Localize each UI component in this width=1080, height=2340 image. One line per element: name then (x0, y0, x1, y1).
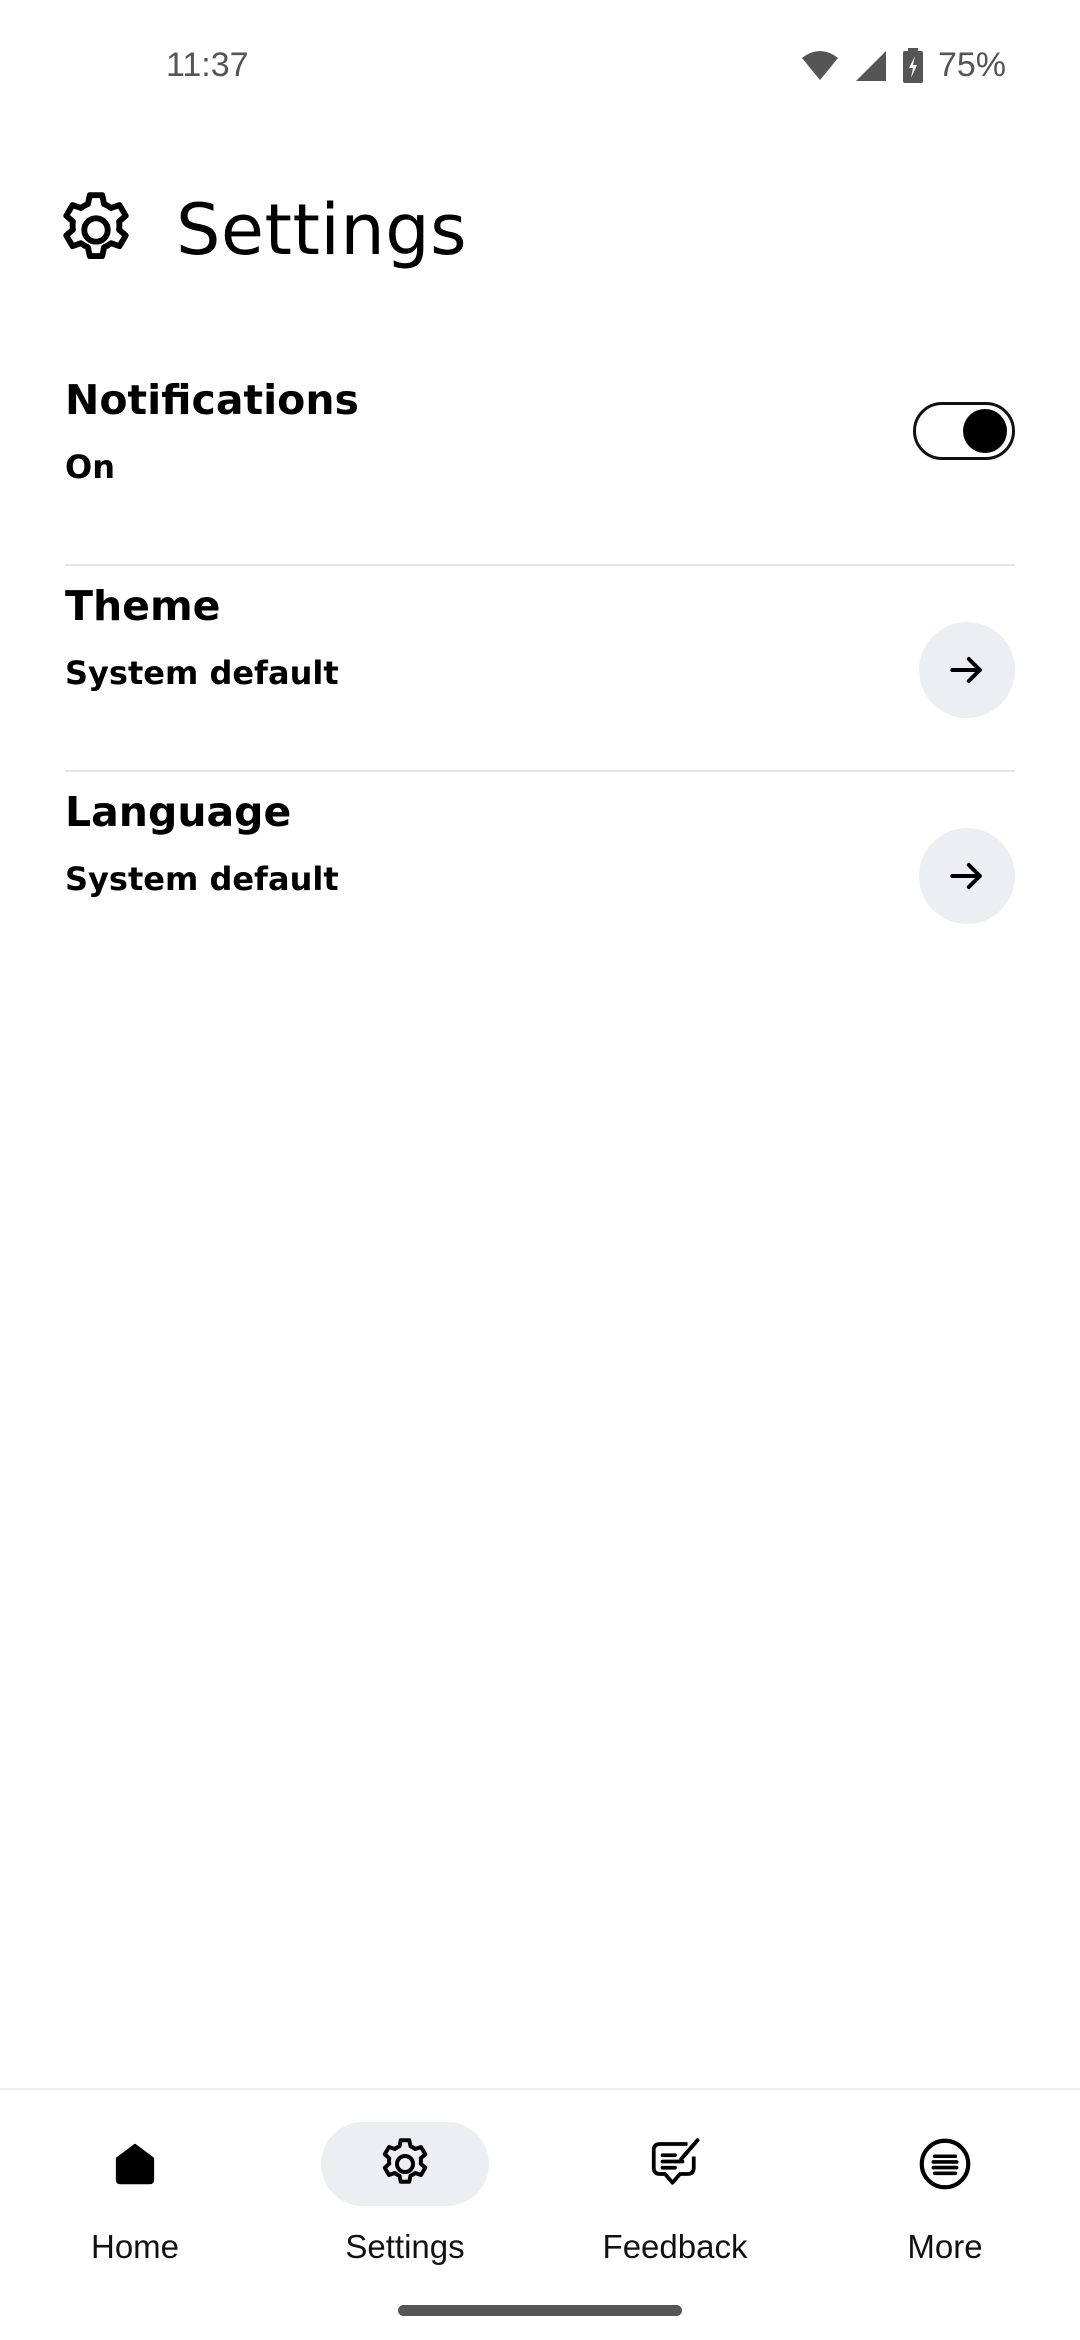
toggle-knob (963, 409, 1007, 453)
nav-label: Settings (345, 2228, 465, 2265)
feedback-icon (651, 2138, 700, 2185)
nav-item-more[interactable]: More (810, 2122, 1080, 2272)
wifi-icon (801, 50, 838, 80)
settings-screen: 11:37 75% Settings Notifications On Them… (0, 0, 1080, 2340)
nav-item-home[interactable]: Home (0, 2122, 270, 2272)
signal-icon (855, 50, 886, 81)
page-header: Settings (52, 186, 467, 274)
home-indicator[interactable] (398, 2305, 682, 2316)
setting-language[interactable]: Language System default (65, 772, 1015, 976)
setting-notifications[interactable]: Notifications On (65, 360, 1015, 566)
bottom-navigation: Home Settings Feedback More (0, 2088, 1080, 2340)
setting-title: Notifications (65, 376, 359, 424)
setting-theme[interactable]: Theme System default (65, 566, 1015, 772)
settings-list: Notifications On Theme System default La… (65, 360, 1015, 976)
status-time: 11:37 (166, 46, 249, 84)
home-icon (115, 2143, 155, 2185)
nav-icon-container (861, 2122, 1029, 2206)
nav-label: More (907, 2228, 983, 2265)
gear-icon (382, 2138, 428, 2184)
status-bar: 11:37 75% (0, 0, 1080, 140)
setting-value: System default (65, 860, 339, 898)
theme-arrow-button[interactable] (919, 622, 1015, 718)
battery-percentage: 75% (937, 46, 1006, 84)
setting-value: System default (65, 654, 339, 692)
setting-value: On (65, 448, 115, 486)
nav-label: Feedback (602, 2228, 748, 2265)
arrow-right-icon (950, 656, 982, 684)
notifications-toggle[interactable] (913, 402, 1015, 460)
battery-charging-icon (902, 47, 923, 83)
gear-icon (63, 192, 129, 259)
nav-icon-container (591, 2122, 759, 2206)
status-icons: 75% (800, 46, 1006, 85)
page-title: Settings (176, 189, 468, 271)
arrow-right-icon (950, 862, 982, 890)
nav-item-feedback[interactable]: Feedback (540, 2122, 810, 2272)
setting-title: Theme (65, 582, 221, 630)
menu-circle-icon (919, 2138, 971, 2190)
nav-icon-container (321, 2122, 489, 2206)
nav-icon-container (51, 2122, 219, 2206)
language-arrow-button[interactable] (919, 828, 1015, 924)
nav-item-settings[interactable]: Settings (270, 2122, 540, 2272)
nav-label: Home (90, 2228, 180, 2265)
setting-title: Language (65, 788, 292, 836)
